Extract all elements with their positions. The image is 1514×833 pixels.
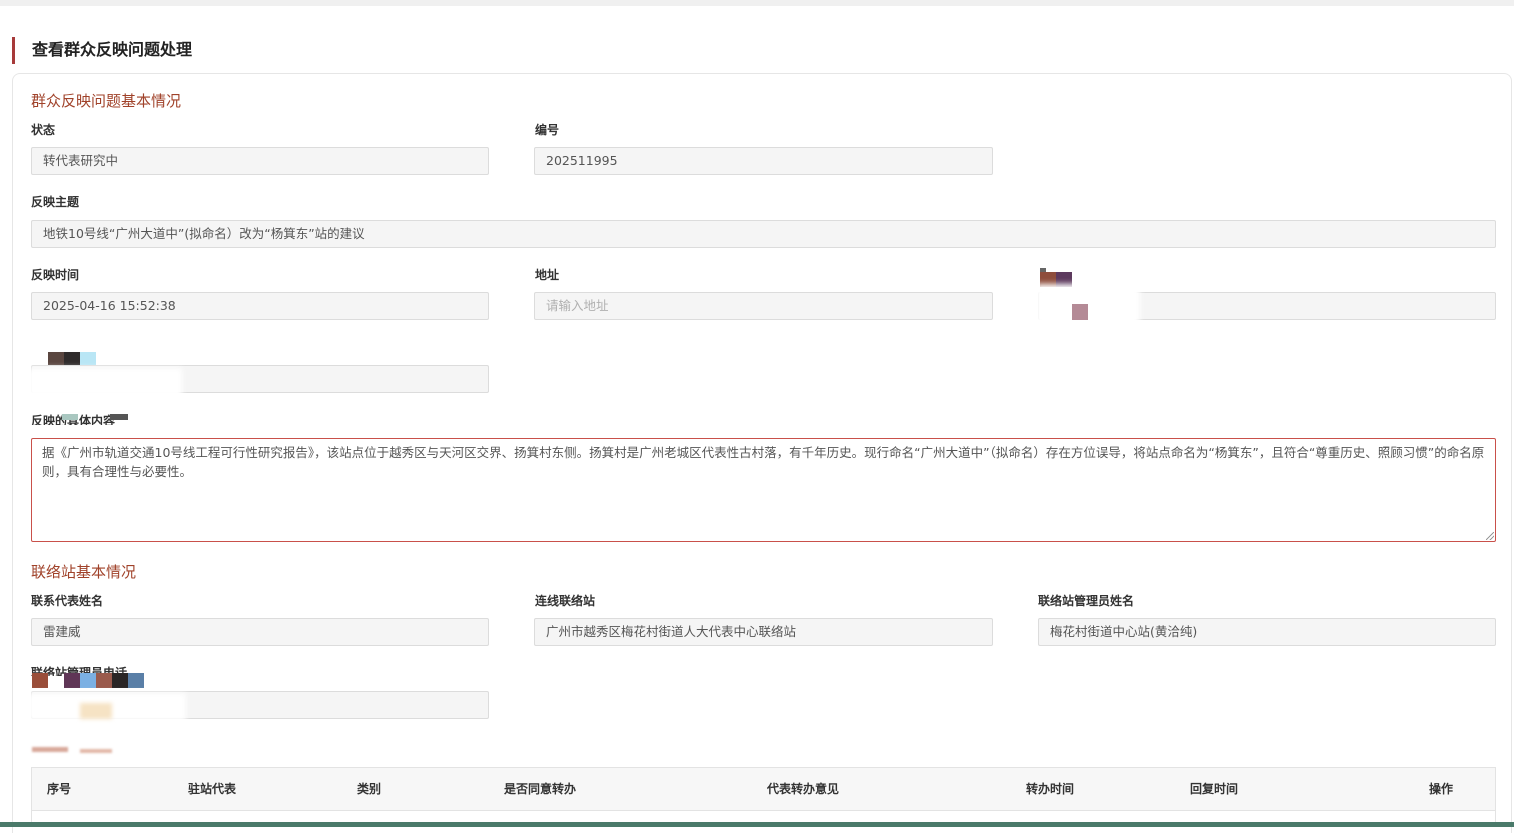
content-textarea[interactable]: 据《广州市轨道交通10号线工程可行性研究报告》，该站点位于越秀区与天河区交界、扬… bbox=[31, 438, 1496, 542]
redacted-mark bbox=[110, 414, 128, 420]
time-label: 反映时间 bbox=[31, 268, 80, 282]
redacted-mark bbox=[32, 673, 48, 688]
address-input[interactable]: 请输入地址 bbox=[534, 292, 993, 320]
bottom-bar bbox=[0, 822, 1514, 827]
redacted-mark bbox=[80, 749, 112, 753]
section-title-basic: 群众反映问题基本情况 bbox=[31, 92, 182, 110]
col-transfer-time: 转办时间 bbox=[1026, 782, 1075, 796]
linked-station-label: 连线联络站 bbox=[535, 594, 596, 608]
title-accent-bar bbox=[12, 37, 15, 64]
col-station-rep: 驻站代表 bbox=[188, 782, 237, 796]
records-table-header: 序号 驻站代表 类别 是否同意转办 代表转办意见 转办时间 回复时间 操作 bbox=[31, 767, 1496, 811]
redacted-mark bbox=[64, 673, 80, 688]
rep-name-label: 联系代表姓名 bbox=[31, 594, 104, 608]
section-title-station: 联络站基本情况 bbox=[31, 563, 137, 581]
address-label: 地址 bbox=[535, 268, 560, 282]
col-rep-opinion: 代表转办意见 bbox=[767, 782, 840, 796]
rep-name-field[interactable]: 雷建威 bbox=[31, 618, 489, 646]
redacted-mark bbox=[96, 673, 112, 688]
redacted-mark bbox=[112, 673, 128, 688]
top-bar bbox=[0, 0, 1514, 6]
content-text: 据《广州市轨道交通10号线工程可行性研究报告》，该站点位于越秀区与天河区交界、扬… bbox=[42, 445, 1485, 479]
page-title: 查看群众反映问题处理 bbox=[32, 40, 193, 59]
number-label: 编号 bbox=[535, 123, 560, 137]
status-label: 状态 bbox=[31, 123, 56, 137]
col-index: 序号 bbox=[47, 782, 72, 796]
redacted-mark bbox=[80, 673, 96, 688]
col-reply-time: 回复时间 bbox=[1190, 782, 1239, 796]
redacted-mark bbox=[80, 703, 112, 719]
manager-name-field[interactable]: 梅花村街道中心站(黄洽纯) bbox=[1038, 618, 1496, 646]
time-field[interactable]: 2025-04-16 15:52:38 bbox=[31, 292, 489, 320]
col-category: 类别 bbox=[357, 782, 382, 796]
redacted-mark bbox=[1072, 304, 1088, 320]
status-field[interactable]: 转代表研究中 bbox=[31, 147, 489, 175]
redaction-blur bbox=[28, 368, 182, 398]
number-field[interactable]: 202511995 bbox=[534, 147, 993, 175]
redacted-mark bbox=[128, 673, 144, 688]
resize-handle[interactable] bbox=[1486, 532, 1494, 540]
redaction-blur bbox=[1036, 284, 1140, 336]
subject-field[interactable]: 地铁10号线“广州大道中”(拟命名）改为“杨箕东”站的建议 bbox=[31, 220, 1496, 248]
col-agree-transfer: 是否同意转办 bbox=[504, 782, 577, 796]
linked-station-field[interactable]: 广州市越秀区梅花村街道人大代表中心联络站 bbox=[534, 618, 993, 646]
subject-label: 反映主题 bbox=[31, 195, 80, 209]
redacted-mark bbox=[32, 747, 68, 752]
manager-name-label: 联络站管理员姓名 bbox=[1038, 594, 1135, 608]
redacted-mark bbox=[62, 414, 78, 420]
col-actions: 操作 bbox=[1429, 782, 1454, 796]
